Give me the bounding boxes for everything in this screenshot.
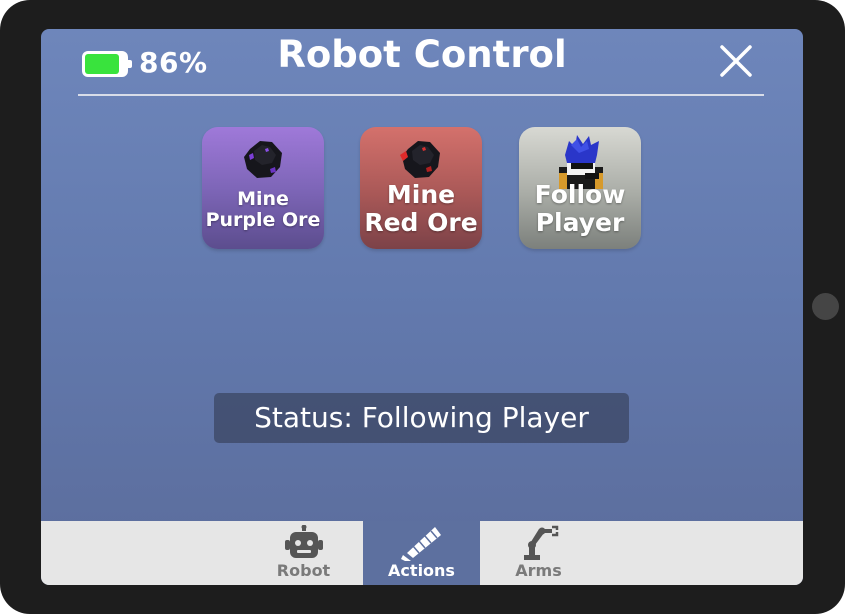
tablet-frame: 86% Robot Control Mine Purple Ore Mine R… [0, 0, 845, 614]
tab-arms-label: Arms [515, 561, 562, 580]
mine-purple-ore-label: Mine Purple Ore [202, 189, 324, 231]
mine-purple-line2: Purple Ore [205, 209, 321, 231]
header-divider [78, 94, 764, 96]
mine-red-line1: Mine [386, 180, 456, 209]
home-button[interactable] [812, 293, 839, 320]
follow-player-label: Follow Player [519, 181, 641, 237]
follow-player-line2: Player [535, 208, 625, 237]
status-text: Status: Following Player [214, 393, 629, 443]
mine-red-ore-button[interactable]: Mine Red Ore [360, 127, 482, 249]
robot-arm-icon [524, 525, 559, 560]
drill-icon [401, 527, 441, 561]
tab-actions[interactable]: Actions [363, 521, 480, 585]
robot-icon [285, 525, 323, 558]
bottom-tab-bar: Robot Actions Arms [41, 521, 803, 585]
tab-robot[interactable]: Robot [245, 521, 362, 585]
follow-player-line1: Follow [534, 180, 626, 209]
tab-robot-label: Robot [276, 561, 331, 580]
page-title: Robot Control [277, 33, 567, 76]
tab-arms[interactable]: Arms [480, 521, 597, 585]
robot-control-panel: 86% Robot Control Mine Purple Ore Mine R… [41, 29, 803, 585]
mine-red-ore-label: Mine Red Ore [360, 181, 482, 237]
close-button[interactable] [714, 39, 758, 83]
mine-red-line2: Red Ore [364, 208, 478, 237]
mine-purple-line1: Mine [237, 188, 289, 210]
follow-player-button[interactable]: Follow Player [519, 127, 641, 249]
purple-ore-icon [244, 141, 282, 178]
tab-actions-label: Actions [388, 561, 455, 580]
close-icon [720, 45, 752, 77]
mine-purple-ore-button[interactable]: Mine Purple Ore [202, 127, 324, 249]
